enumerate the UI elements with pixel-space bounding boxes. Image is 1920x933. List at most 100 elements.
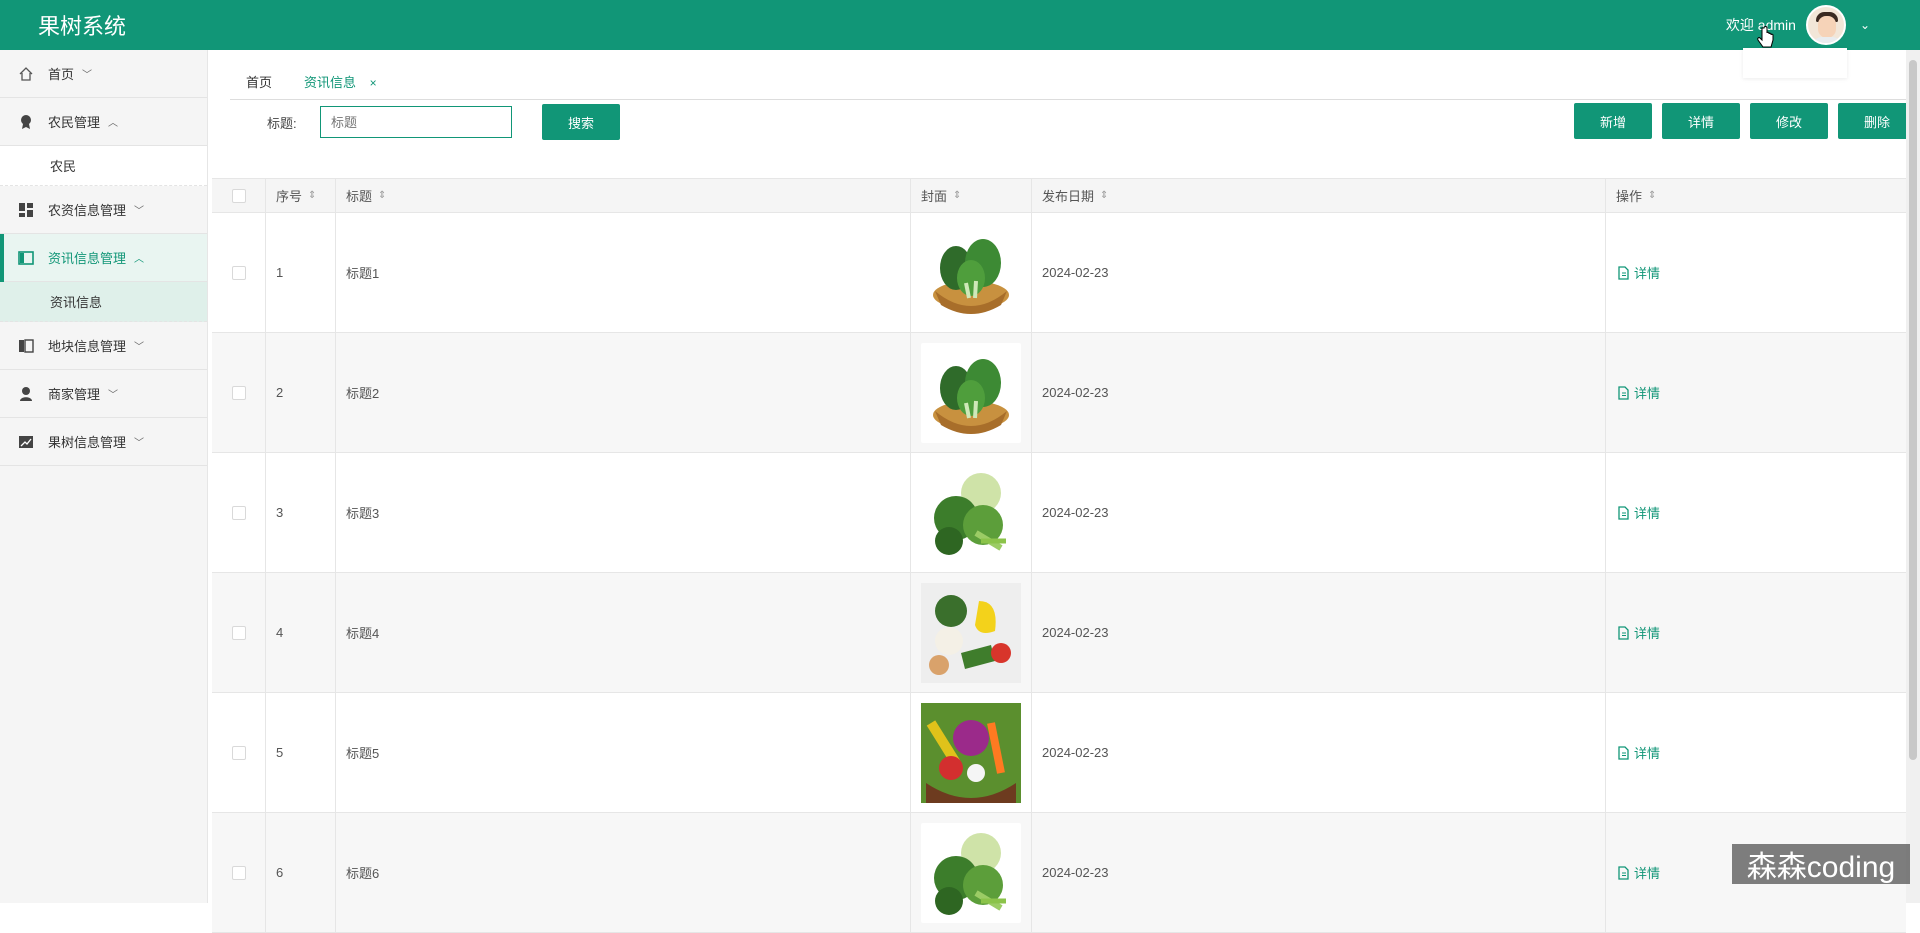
app-title: 果树系统: [38, 14, 127, 39]
cell-no: 2: [266, 333, 336, 452]
sidebar-item-label: 地块信息管理: [48, 339, 127, 354]
cell-date: 2024-02-23: [1032, 453, 1606, 572]
detail-link-label: 详情: [1634, 626, 1661, 641]
tab-home[interactable]: 首页: [230, 65, 288, 100]
table-row[interactable]: 3 标题3 2024-02-23 详情: [212, 453, 1906, 573]
cover-image: [921, 462, 1021, 563]
sidebar-item-label: 果树信息管理: [48, 435, 127, 450]
chevron-down-icon: ﹀: [134, 438, 145, 449]
row-checkbox[interactable]: [231, 625, 246, 640]
chevron-down-icon[interactable]: ⌄: [1860, 18, 1870, 32]
row-checkbox[interactable]: [231, 505, 246, 520]
home-icon: [18, 66, 34, 82]
badge-icon: [18, 114, 34, 130]
sidebar-item-label: 农民管理: [48, 115, 101, 130]
detail-button[interactable]: 详情: [1662, 103, 1740, 139]
avatar[interactable]: [1805, 5, 1846, 45]
close-icon[interactable]: ×: [370, 76, 377, 90]
cell-title: 标题5: [336, 693, 911, 812]
detail-link-label: 详情: [1634, 266, 1661, 281]
sidebar-item-farmer-mgmt[interactable]: 农民管理 ︿: [0, 98, 207, 146]
column-header-actions[interactable]: 操作 ⇕: [1606, 179, 1906, 212]
table-row[interactable]: 6 标题6 2024-02-23 详情: [212, 813, 1906, 933]
chevron-up-icon: ︿: [108, 118, 119, 129]
select-all-checkbox[interactable]: [231, 188, 246, 203]
search-button[interactable]: 搜索: [542, 104, 620, 140]
sort-icon[interactable]: ⇕: [378, 190, 386, 201]
cover-image: [921, 582, 1021, 683]
cover-image: [921, 702, 1021, 803]
cell-date: 2024-02-23: [1032, 573, 1606, 692]
cell-date: 2024-02-23: [1032, 693, 1606, 812]
hand-cursor-icon: [1757, 26, 1774, 48]
cover-image: [921, 342, 1021, 443]
column-header-date[interactable]: 发布日期 ⇕: [1032, 179, 1606, 212]
document-icon: [1618, 625, 1629, 640]
sort-icon[interactable]: ⇕: [953, 190, 961, 201]
row-detail-link[interactable]: 详情: [1616, 863, 1660, 882]
search-input[interactable]: [320, 106, 512, 138]
sidebar: 首页 ﹀ 农民管理 ︿ 农民 农资信息管理 ﹀ 资讯信息管理 ︿ 资讯信息 地块…: [0, 50, 208, 903]
sidebar-item-fruit-tree-mgmt[interactable]: 果树信息管理 ﹀: [0, 418, 207, 466]
tab-news[interactable]: 资讯信息 ×: [288, 65, 393, 100]
detail-link-label: 详情: [1634, 386, 1661, 401]
cell-title: 标题6: [336, 813, 911, 932]
sidebar-item-label: 资讯信息管理: [48, 251, 127, 266]
sort-icon[interactable]: ⇕: [1648, 190, 1656, 201]
cell-title: 标题3: [336, 453, 911, 572]
sidebar-item-merchant-mgmt[interactable]: 商家管理 ﹀: [0, 370, 207, 418]
user-menu[interactable]: 欢迎 admin ⌄: [1726, 5, 1870, 45]
table-row[interactable]: 5 标题5 2024-02-23 详情: [212, 693, 1906, 813]
chevron-down-icon: ﹀: [134, 342, 145, 353]
panel-icon: [18, 250, 34, 266]
sort-icon[interactable]: ⇕: [308, 190, 316, 201]
document-icon: [1618, 505, 1629, 520]
delete-button[interactable]: 删除: [1838, 103, 1916, 139]
cell-title: 标题1: [336, 213, 911, 332]
edit-button[interactable]: 修改: [1750, 103, 1828, 139]
document-icon: [1618, 745, 1629, 760]
document-icon: [1618, 265, 1629, 280]
cell-no: 1: [266, 213, 336, 332]
cell-title: 标题4: [336, 573, 911, 692]
cell-date: 2024-02-23: [1032, 333, 1606, 452]
search-bar: 标题: 搜索 新增 详情 修改 删除: [230, 103, 1916, 143]
add-button[interactable]: 新增: [1574, 103, 1652, 139]
chevron-down-icon: ﹀: [82, 70, 93, 81]
detail-link-label: 详情: [1634, 866, 1661, 881]
page-scrollbar[interactable]: [1906, 50, 1920, 903]
row-checkbox[interactable]: [231, 865, 246, 880]
chart-icon: [18, 434, 34, 450]
row-detail-link[interactable]: 详情: [1616, 383, 1660, 402]
main-content: 首页 资讯信息 × 标题: 搜索 新增 详情 修改 删除 序号⇕ 标题⇕ 封面⇕…: [210, 50, 1916, 933]
row-detail-link[interactable]: 详情: [1616, 263, 1660, 282]
detail-link-label: 详情: [1634, 506, 1661, 521]
chevron-down-icon: ﹀: [108, 390, 119, 401]
sidebar-subitem-news[interactable]: 资讯信息: [0, 282, 207, 322]
row-checkbox[interactable]: [231, 265, 246, 280]
table-row[interactable]: 2 标题2 2024-02-23 详情: [212, 333, 1906, 453]
column-header-no[interactable]: 序号 ⇕: [266, 179, 336, 212]
sidebar-item-agri-supply[interactable]: 农资信息管理 ﹀: [0, 186, 207, 234]
table-header: 序号 ⇕ 标题 ⇕ 封面 ⇕ 发布日期 ⇕ 操作 ⇕: [212, 179, 1906, 213]
table-row[interactable]: 1 标题1 2024-02-23 详情: [212, 213, 1906, 333]
row-detail-link[interactable]: 详情: [1616, 623, 1660, 642]
sort-icon[interactable]: ⇕: [1100, 190, 1108, 201]
row-checkbox[interactable]: [231, 385, 246, 400]
document-icon: [1618, 385, 1629, 400]
sidebar-item-home[interactable]: 首页 ﹀: [0, 50, 207, 98]
row-detail-link[interactable]: 详情: [1616, 743, 1660, 762]
watermark: 森森coding: [1732, 844, 1910, 884]
sidebar-item-plot-mgmt[interactable]: 地块信息管理 ﹀: [0, 322, 207, 370]
column-header-cover[interactable]: 封面 ⇕: [911, 179, 1032, 212]
row-checkbox[interactable]: [231, 745, 246, 760]
sidebar-subitem-farmer[interactable]: 农民: [0, 146, 207, 186]
news-table: 序号 ⇕ 标题 ⇕ 封面 ⇕ 发布日期 ⇕ 操作 ⇕ 1 标题1 2024-02-23 详情 2 标…: [212, 178, 1906, 933]
column-header-title[interactable]: 标题 ⇕: [336, 179, 911, 212]
user-icon: [18, 386, 34, 402]
row-detail-link[interactable]: 详情: [1616, 503, 1660, 522]
cell-no: 4: [266, 573, 336, 692]
sidebar-item-label: 农资信息管理: [48, 203, 127, 218]
sidebar-item-news-mgmt[interactable]: 资讯信息管理 ︿: [0, 234, 207, 282]
table-row[interactable]: 4 标题4 2024-02-23 详情: [212, 573, 1906, 693]
